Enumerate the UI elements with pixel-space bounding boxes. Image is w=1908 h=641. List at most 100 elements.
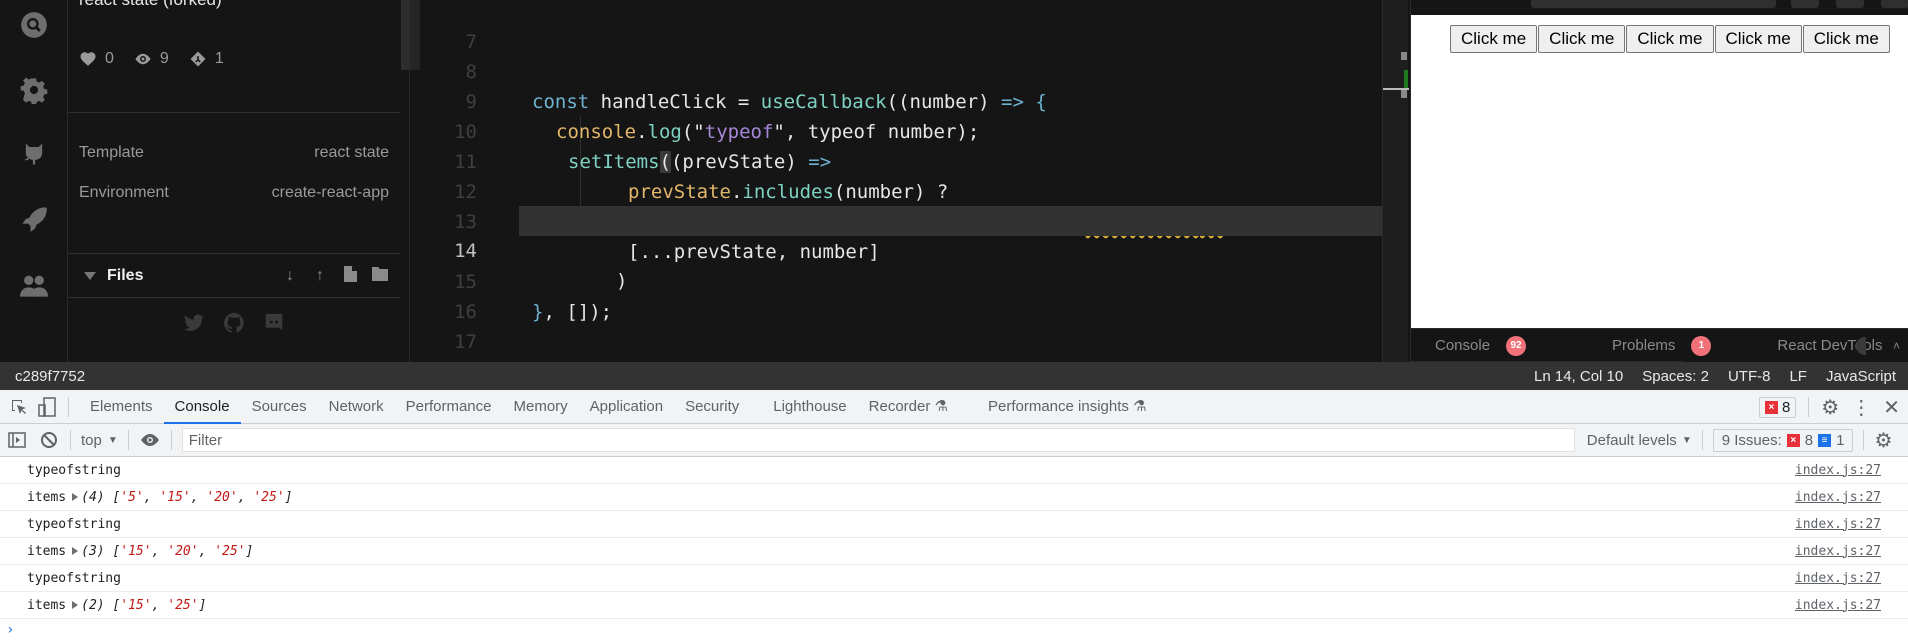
tab-security[interactable]: Security <box>674 390 750 424</box>
expand-triangle-icon[interactable] <box>72 601 79 609</box>
separator <box>1808 397 1810 417</box>
levels-label: Default levels <box>1586 431 1677 449</box>
live-expression-eye-icon[interactable] <box>139 429 161 451</box>
click-me-button[interactable]: Click me <box>1538 25 1626 53</box>
devtools-tab-bar: Elements Console Sources Network Perform… <box>0 390 1908 424</box>
log-levels-dropdown[interactable]: Default levels ▼ <box>1587 432 1692 449</box>
tab-sources[interactable]: Sources <box>241 390 318 424</box>
social-links <box>68 312 400 334</box>
tab-application[interactable]: Application <box>579 390 674 424</box>
code-line[interactable]: 7 <box>410 0 1408 53</box>
code-line[interactable]: 13 [...prevState, number] <box>410 177 1408 263</box>
array-preview[interactable]: (4) ['5', '15', '20', '25'] <box>81 490 292 505</box>
sidebar-toggle-icon[interactable] <box>6 429 28 451</box>
gear-icon[interactable] <box>17 73 51 107</box>
settings-gear-icon[interactable]: ⚙ <box>1821 395 1839 420</box>
console-prompt[interactable]: › <box>0 619 1908 641</box>
error-count-button[interactable]: × 8 <box>1758 396 1797 418</box>
expand-triangle-icon[interactable] <box>72 547 79 555</box>
console-message: items (2) ['15', '25'] index.js:27 <box>0 592 1908 619</box>
preview-toolbar-button[interactable] <box>1836 0 1864 8</box>
tab-elements[interactable]: Elements <box>79 390 164 424</box>
preview-toolbar-button[interactable] <box>1791 0 1819 8</box>
new-file-icon[interactable] <box>341 265 359 287</box>
files-section-header[interactable]: Files ↓ ↑ <box>79 264 389 288</box>
button-row: Click me Click me Click me Click me Clic… <box>1450 25 1891 53</box>
sidebar-scrollbar[interactable] <box>401 0 409 70</box>
code-line[interactable]: 17 useEffect(() => { <box>410 297 1408 362</box>
tab-performance[interactable]: Performance <box>395 390 503 424</box>
twitter-icon[interactable] <box>183 312 205 334</box>
tab-console[interactable]: Console 92 <box>1411 335 1527 356</box>
click-me-button[interactable]: Click me <box>1450 25 1538 53</box>
environment-row: Environment create-react-app <box>79 184 389 202</box>
search-icon[interactable] <box>17 8 51 42</box>
source-link[interactable]: index.js:27 <box>1795 571 1881 586</box>
source-link[interactable]: index.js:27 <box>1795 544 1881 559</box>
code-line[interactable]: 12 prevState.filter((prevSlot) => prevSl… <box>410 147 1408 233</box>
line-number: 13 <box>454 211 477 233</box>
inspect-element-icon[interactable] <box>8 396 30 418</box>
close-icon[interactable]: ✕ <box>1883 395 1900 420</box>
clear-console-icon[interactable] <box>38 429 60 451</box>
source-link[interactable]: index.js:27 <box>1795 598 1881 613</box>
preview-toolbar-button[interactable] <box>1881 0 1908 8</box>
context-selector[interactable]: top ▼ <box>81 432 118 449</box>
click-me-button[interactable]: Click me <box>1626 25 1714 53</box>
tab-network[interactable]: Network <box>318 390 395 424</box>
click-me-button[interactable]: Click me <box>1714 25 1802 53</box>
discord-icon[interactable] <box>263 312 285 334</box>
source-link[interactable]: index.js:27 <box>1795 463 1881 478</box>
preview-toolbar <box>1411 0 1908 15</box>
line-endings[interactable]: LF <box>1789 368 1807 385</box>
device-toolbar-icon[interactable] <box>36 396 58 418</box>
collapse-triangle-icon[interactable] <box>84 272 96 280</box>
github-icon[interactable] <box>223 312 245 334</box>
tab-recorder[interactable]: Recorder ⚗ <box>858 390 959 424</box>
forks-stat: 1 <box>189 50 224 68</box>
indentation[interactable]: Spaces: 2 <box>1642 368 1709 385</box>
console-settings-gear-icon[interactable]: ⚙ <box>1874 428 1892 453</box>
tab-performance-insights[interactable]: Performance insights ⚗ <box>977 390 1158 424</box>
preview-url-bar[interactable] <box>1531 0 1776 8</box>
source-link[interactable]: index.js:27 <box>1795 490 1881 505</box>
tab-memory[interactable]: Memory <box>503 390 579 424</box>
log-key: items <box>27 543 67 559</box>
likes-stat[interactable]: 0 <box>79 50 114 68</box>
download-icon[interactable]: ↓ <box>281 267 299 285</box>
code-line[interactable]: 9 console.log("typeof", typeof number); <box>410 57 1408 143</box>
chevron-up-icon[interactable]: ˄ <box>1893 339 1900 353</box>
issues-button[interactable]: 9 Issues: × 8 ≡ 1 <box>1712 428 1854 452</box>
tab-problems[interactable]: Problems 1 <box>1588 335 1712 356</box>
source-link[interactable]: index.js:27 <box>1795 517 1881 532</box>
upload-icon[interactable]: ↑ <box>311 267 329 285</box>
code-line[interactable]: 18 console.log("items", items); <box>410 327 1408 362</box>
console-filter-input[interactable] <box>181 428 1575 452</box>
language-mode[interactable]: JavaScript <box>1826 368 1896 385</box>
ruler-marker <box>1401 90 1407 98</box>
template-value[interactable]: react state <box>314 144 389 162</box>
template-label: Template <box>79 144 144 161</box>
active-code-line[interactable]: 14 ) <box>454 206 1408 292</box>
more-options-icon[interactable]: ⋮ <box>1851 395 1871 420</box>
console-message: typeof string index.js:27 <box>0 565 1908 592</box>
tab-lighthouse[interactable]: Lighthouse <box>762 390 857 424</box>
code-line[interactable]: 8 const handleClick = useCallback((numbe… <box>410 27 1408 113</box>
code-line[interactable]: 10 setItems((prevState) => <box>410 87 1408 173</box>
cursor-position[interactable]: Ln 14, Col 10 <box>1534 368 1623 385</box>
code-line[interactable]: 15 }, []); <box>410 237 1408 323</box>
code-line[interactable]: 11 prevState.includes(number) ? <box>410 117 1408 203</box>
new-folder-icon[interactable] <box>371 266 389 286</box>
overview-ruler[interactable] <box>1382 0 1409 362</box>
array-preview[interactable]: (2) ['15', '25'] <box>81 598 206 613</box>
code-line[interactable]: 16 <box>410 267 1408 323</box>
tab-console[interactable]: Console <box>163 390 241 424</box>
users-icon[interactable] <box>17 268 51 302</box>
rocket-icon[interactable] <box>17 202 51 236</box>
code-editor[interactable]: 7 8 const handleClick = useCallback((num… <box>410 0 1408 362</box>
encoding[interactable]: UTF-8 <box>1728 368 1771 385</box>
click-me-button[interactable]: Click me <box>1802 25 1890 53</box>
array-preview[interactable]: (3) ['15', '20', '25'] <box>81 544 253 559</box>
github-icon[interactable] <box>17 137 51 171</box>
expand-triangle-icon[interactable] <box>72 493 79 501</box>
